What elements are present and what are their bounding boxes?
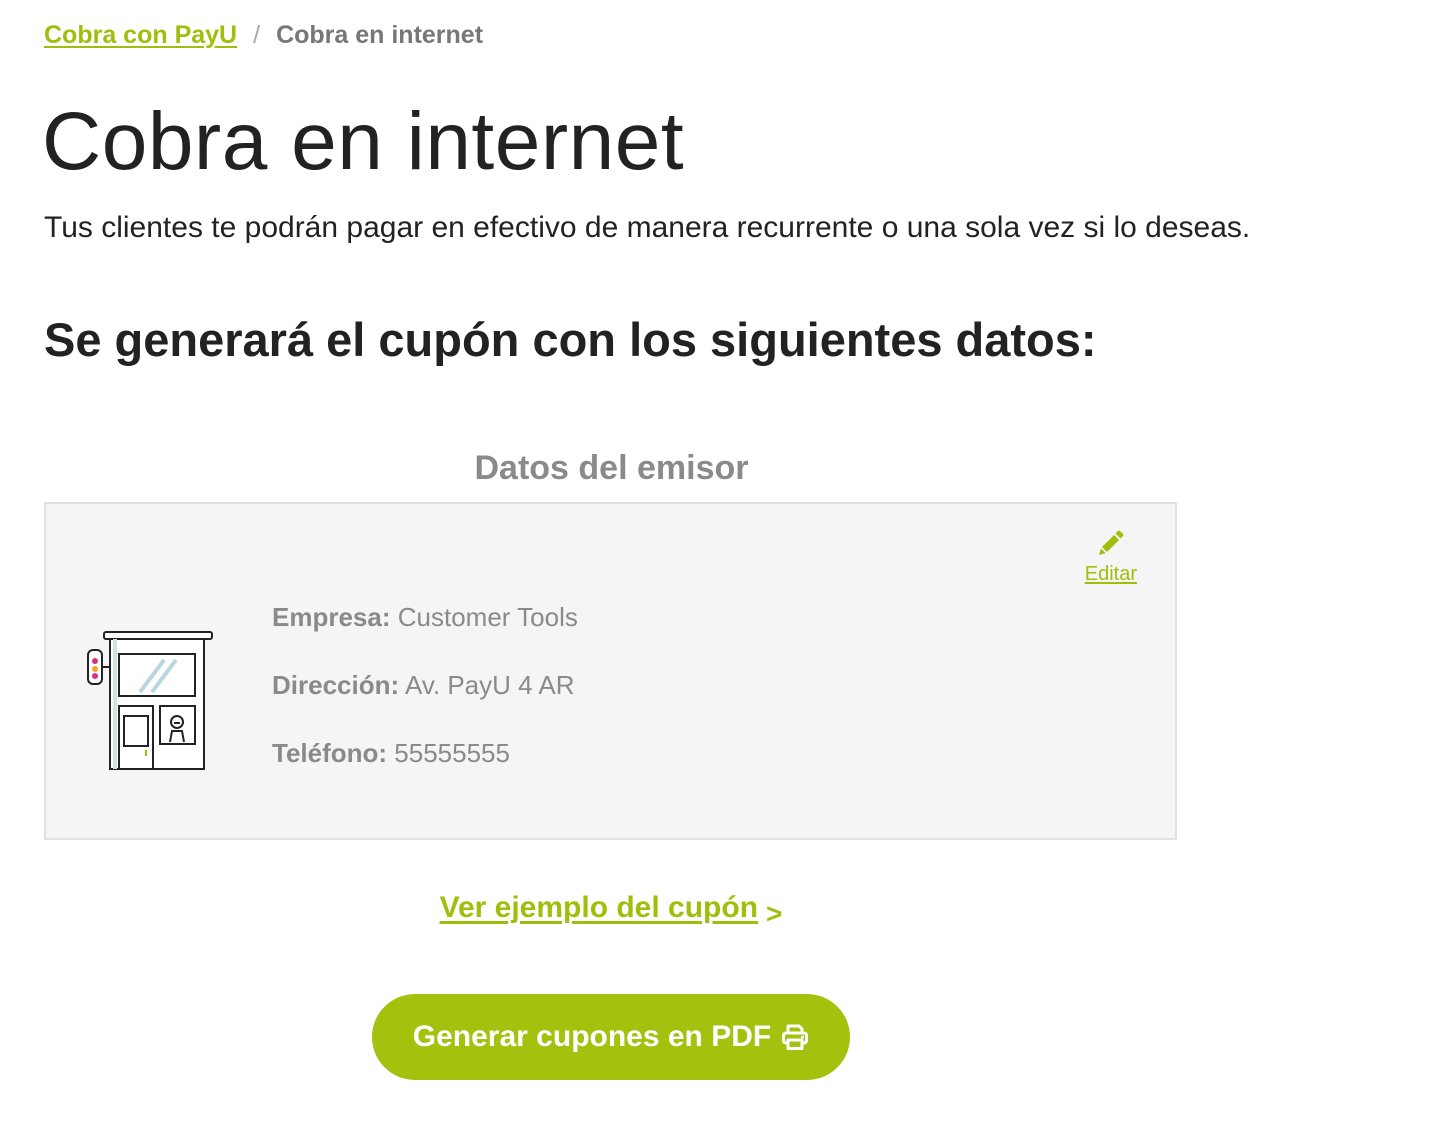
issuer-company-row: Empresa: Customer Tools xyxy=(272,600,578,668)
generate-pdf-coupons-button[interactable]: Generar cupones en PDF xyxy=(372,994,850,1080)
view-example-coupon-link[interactable]: Ver ejemplo del cupón xyxy=(440,891,758,924)
chevron-right-icon: > xyxy=(766,898,783,929)
breadcrumb: Cobra con PayU / Cobra en internet xyxy=(44,18,483,52)
edit-label: Editar xyxy=(1084,563,1137,585)
printer-icon xyxy=(781,1023,809,1051)
breadcrumb-link-cobra-con-payu[interactable]: Cobra con PayU xyxy=(44,21,237,49)
edit-issuer-link[interactable]: Editar xyxy=(1085,530,1137,586)
phone-value: 55555555 xyxy=(394,738,510,768)
company-value: Customer Tools xyxy=(397,602,578,632)
issuer-phone-row: Teléfono: 55555555 xyxy=(272,736,578,804)
page-title: Cobra en internet xyxy=(42,96,685,187)
kiosk-booth-illustration xyxy=(84,626,220,776)
issuer-card-title: Datos del emisor xyxy=(474,449,749,487)
section-heading: Se generará el cupón con los siguientes … xyxy=(44,313,1097,366)
issuer-address-row: Dirección: Av. PayU 4 AR xyxy=(272,668,578,736)
phone-label: Teléfono: xyxy=(272,738,388,768)
address-value: Av. PayU 4 AR xyxy=(404,670,575,700)
issuer-card: Editar Empresa: Customer Tools Dirección… xyxy=(44,502,1177,840)
generate-pdf-label: Generar cupones en PDF xyxy=(412,1020,772,1053)
example-link-container: Ver ejemplo del cupón > xyxy=(0,886,1222,930)
breadcrumb-separator: / xyxy=(253,21,261,49)
company-label: Empresa: xyxy=(272,602,391,632)
pencil-icon xyxy=(1097,530,1125,561)
issuer-info: Empresa: Customer Tools Dirección: Av. P… xyxy=(272,600,578,804)
page-subtitle: Tus clientes te podrán pagar en efectivo… xyxy=(44,211,1251,244)
breadcrumb-current: Cobra en internet xyxy=(276,21,484,49)
address-label: Dirección: xyxy=(272,670,400,700)
